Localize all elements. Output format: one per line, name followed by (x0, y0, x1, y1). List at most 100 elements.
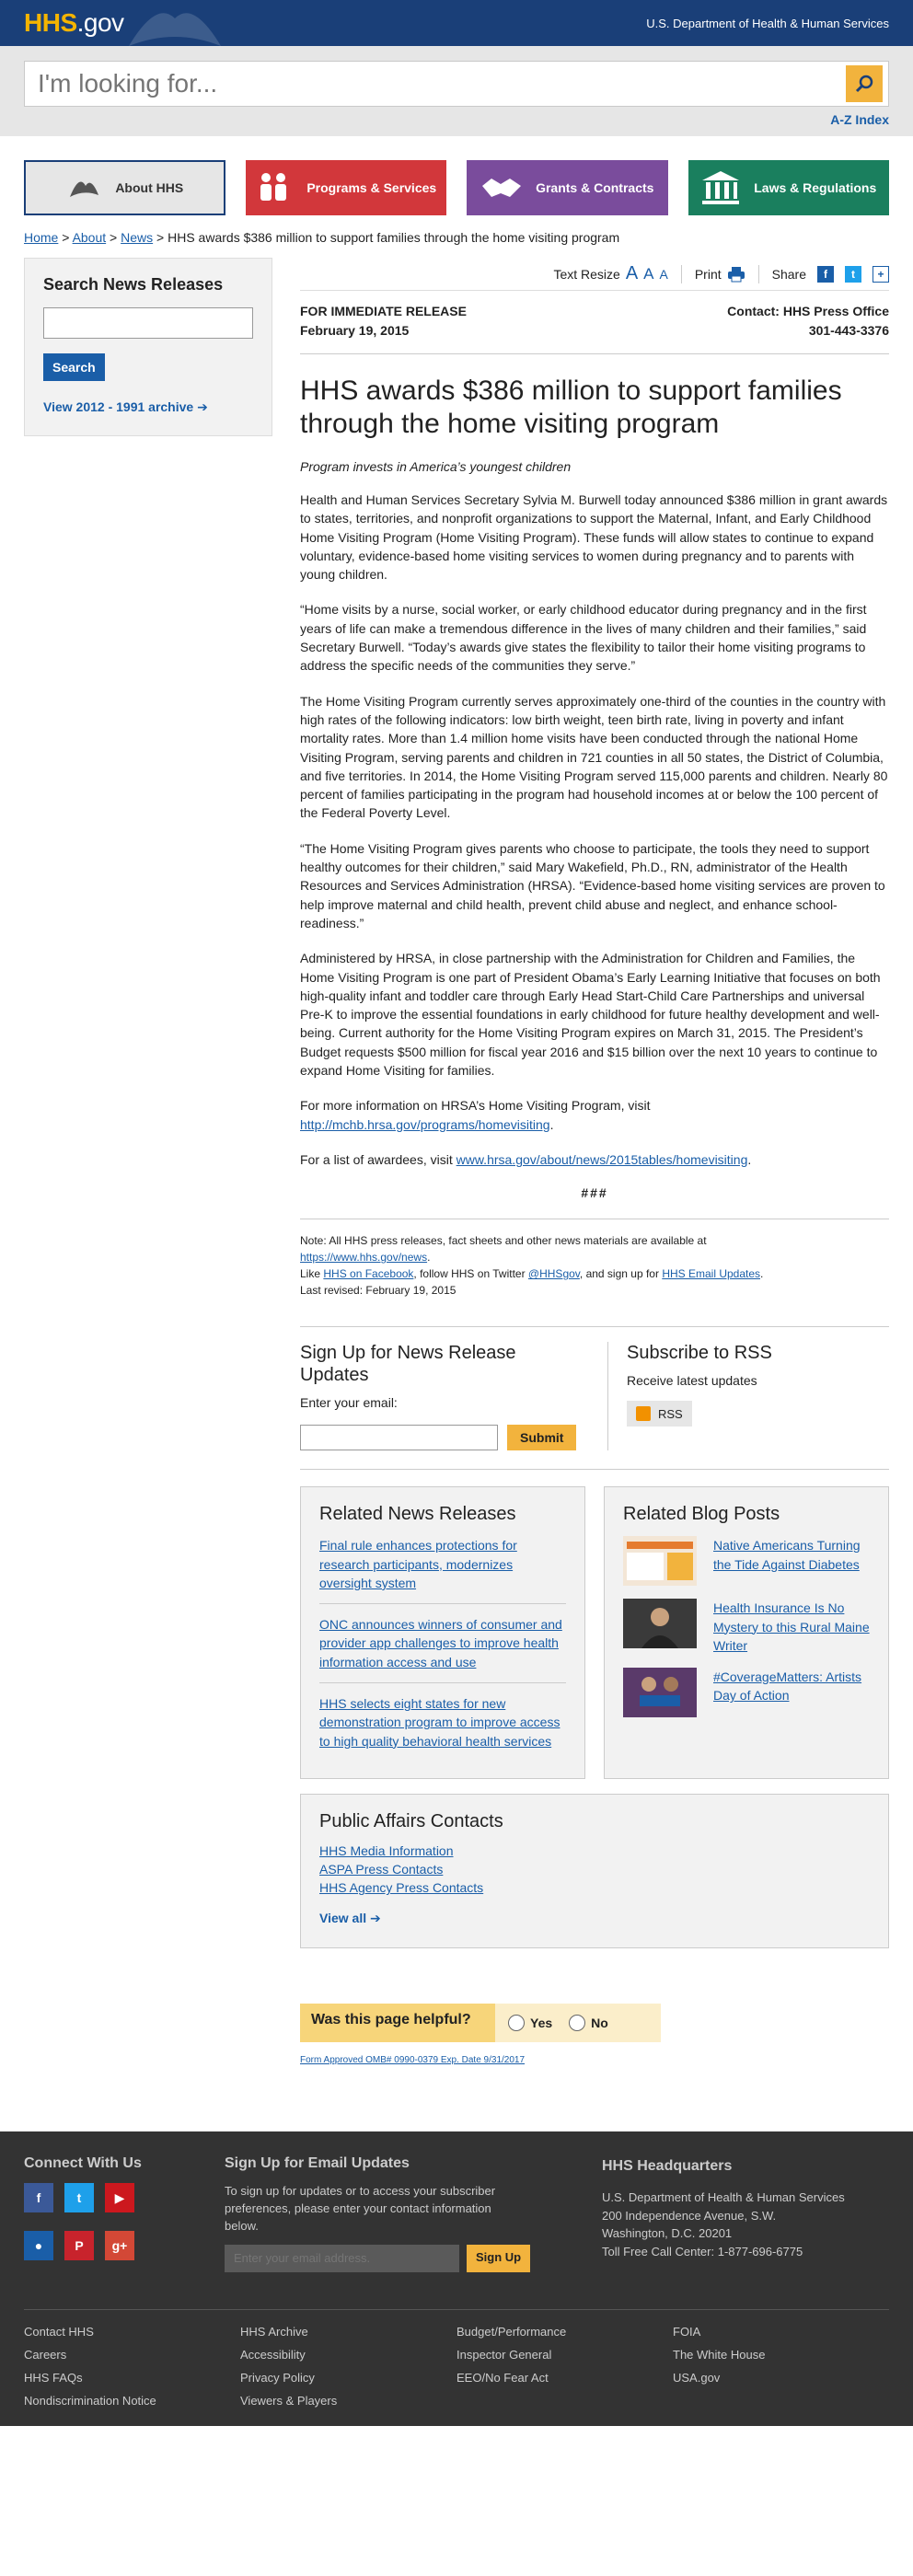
related-section: Related News Releases Final rule enhance… (300, 1486, 889, 1779)
flickr-icon[interactable]: ● (24, 2231, 53, 2261)
hq-line: 200 Independence Avenue, S.W. (602, 2208, 777, 2223)
news-search-button[interactable]: Search (43, 353, 105, 381)
footer-link[interactable]: USA.gov (673, 2371, 889, 2385)
hhs-logo[interactable]: HHS.gov (24, 8, 124, 38)
last-revised: Last revised: February 19, 2015 (300, 1284, 456, 1298)
email-label: Enter your email: (300, 1395, 398, 1411)
search-button[interactable] (846, 65, 883, 102)
footer-link[interactable]: HHS Archive (240, 2325, 456, 2339)
awardees-text: For a list of awardees, visit (300, 1151, 453, 1167)
footer-email-field[interactable] (225, 2244, 459, 2272)
footer-link[interactable]: Inspector General (456, 2348, 673, 2362)
footer-link[interactable]: The White House (673, 2348, 889, 2362)
omb-link[interactable]: Form Approved OMB# 0990-0379 Exp. Date 9… (300, 2055, 525, 2065)
signup-submit-button[interactable]: Submit (507, 1424, 577, 1450)
youtube-icon[interactable]: ▶ (105, 2183, 134, 2213)
blog-thumbnail[interactable] (623, 1668, 697, 1718)
hhs-news-link[interactable]: https://www.hhs.gov/news (300, 1251, 427, 1264)
news-search-input[interactable] (43, 307, 253, 339)
pinterest-icon[interactable]: P (64, 2231, 94, 2261)
footer-link[interactable]: FOIA (673, 2325, 889, 2339)
twitter-share-icon[interactable]: t (845, 265, 861, 283)
article-paragraph: “The Home Visiting Program gives parents… (300, 840, 885, 930)
contact-link[interactable]: HHS Agency Press Contacts (319, 1878, 870, 1897)
view-all-link[interactable]: View all ➔ (319, 1909, 870, 1927)
breadcrumb-separator: > (62, 230, 70, 245)
text-size-medium[interactable]: A (643, 265, 653, 283)
breadcrumb-news[interactable]: News (121, 230, 153, 245)
facebook-icon[interactable]: f (24, 2183, 53, 2213)
printer-icon[interactable] (727, 266, 745, 283)
feedback-no-radio[interactable]: No (569, 2015, 608, 2032)
site-search (24, 61, 889, 107)
footer-link[interactable]: Privacy Policy (240, 2371, 456, 2385)
twitter-icon[interactable]: t (64, 2183, 94, 2213)
awardees-link[interactable]: www.hrsa.gov/about/news/2015tables/homev… (456, 1152, 748, 1167)
note-line: Note: All HHS press releases, fact sheet… (300, 1232, 889, 1265)
page-title: HHS awards $386 million to support famil… (300, 375, 842, 439)
print-label[interactable]: Print (695, 267, 722, 282)
search-news-box: Search News Releases Search View 2012 - … (24, 258, 272, 436)
blog-thumbnail[interactable] (623, 1599, 697, 1649)
breadcrumb-about[interactable]: About (73, 230, 107, 245)
nav-grants-contracts[interactable]: Grants & Contracts (467, 160, 668, 215)
article-paragraph: “Home visits by a nurse, social worker, … (300, 602, 867, 674)
signup-email-field[interactable] (300, 1425, 498, 1451)
footer-link[interactable]: Viewers & Players (240, 2394, 456, 2408)
nav-about-hhs[interactable]: About HHS (24, 160, 225, 215)
rss-icon (636, 1406, 651, 1422)
breadcrumb-home[interactable]: Home (24, 230, 58, 245)
google-plus-icon[interactable]: g+ (105, 2231, 134, 2261)
text-size-large[interactable]: A (626, 263, 638, 284)
feedback-question: Was this page helpful? (300, 2004, 495, 2043)
contact-link[interactable]: ASPA Press Contacts (319, 1860, 870, 1878)
footer-link[interactable]: HHS FAQs (24, 2371, 240, 2385)
hhs-twitter-link[interactable]: @HHSgov (528, 1267, 580, 1280)
search-icon (855, 75, 873, 93)
related-news-link[interactable]: Final rule enhances protections for rese… (319, 1536, 566, 1605)
footer-link[interactable]: Accessibility (240, 2348, 456, 2362)
text-size-small[interactable]: A (660, 267, 668, 282)
handshake-icon (482, 179, 522, 197)
footer-link[interactable]: Budget/Performance (456, 2325, 673, 2339)
footer-connect: Connect With Us f t ▶ ● P g+ (24, 2155, 225, 2272)
footer-signup-row: Sign Up (225, 2244, 602, 2272)
hhs-email-updates-link[interactable]: HHS Email Updates (662, 1267, 760, 1280)
article-paragraph: Administered by HRSA, in close partnersh… (300, 951, 881, 1079)
feedback-yes-radio[interactable]: Yes (508, 2015, 552, 2032)
site-search-input[interactable] (38, 69, 846, 98)
blog-link[interactable]: Health Insurance Is No Mystery to this R… (713, 1599, 870, 1655)
period: . (747, 1151, 752, 1167)
az-index-link[interactable]: A-Z Index (830, 112, 889, 127)
more-share-icon[interactable]: + (873, 265, 889, 283)
follow-text: , follow HHS on Twitter (413, 1267, 526, 1281)
archive-link[interactable]: View 2012 - 1991 archive ➔ (43, 399, 253, 415)
footer-signup-title: Sign Up for Email Updates (225, 2155, 410, 2172)
department-name[interactable]: U.S. Department of Health & Human Servic… (646, 17, 889, 30)
hq-title: HHS Headquarters (602, 2158, 733, 2175)
footer-headquarters: HHS Headquarters U.S. Department of Heal… (602, 2155, 878, 2272)
footer-link[interactable]: Nondiscrimination Notice (24, 2394, 240, 2408)
related-news-link[interactable]: HHS selects eight states for new demonst… (319, 1694, 566, 1762)
footer-link[interactable]: EEO/No Fear Act (456, 2371, 673, 2385)
hq-line: Toll Free Call Center: 1-877-696-6775 (602, 2244, 803, 2258)
facebook-share-icon[interactable]: f (817, 265, 834, 283)
hhs-facebook-link[interactable]: HHS on Facebook (323, 1267, 413, 1280)
blog-link[interactable]: #CoverageMatters: Artists Day of Action (713, 1668, 870, 1717)
footer-signup-button[interactable]: Sign Up (467, 2244, 531, 2272)
nav-laws-regulations[interactable]: Laws & Regulations (688, 160, 890, 215)
contact-link[interactable]: HHS Media Information (319, 1842, 870, 1860)
blog-thumbnail[interactable] (623, 1536, 697, 1587)
hrsa-program-link[interactable]: http://mchb.hrsa.gov/programs/homevisiti… (300, 1117, 550, 1132)
related-news-link[interactable]: ONC announces winners of consumer and pr… (319, 1615, 566, 1683)
blog-item: #CoverageMatters: Artists Day of Action (623, 1668, 870, 1718)
nav-programs-services[interactable]: Programs & Services (245, 160, 447, 215)
rss-button[interactable]: RSS (627, 1401, 692, 1427)
arrow-right-icon: ➔ (197, 399, 208, 414)
rss-button-label: RSS (658, 1406, 683, 1421)
contact-label: Contact: HHS Press Office (727, 304, 889, 318)
article-paragraph: The Home Visiting Program currently serv… (300, 693, 888, 821)
blog-link[interactable]: Native Americans Turning the Tide Agains… (713, 1536, 870, 1586)
footer-link[interactable]: Contact HHS (24, 2325, 240, 2339)
footer-link[interactable]: Careers (24, 2348, 240, 2362)
